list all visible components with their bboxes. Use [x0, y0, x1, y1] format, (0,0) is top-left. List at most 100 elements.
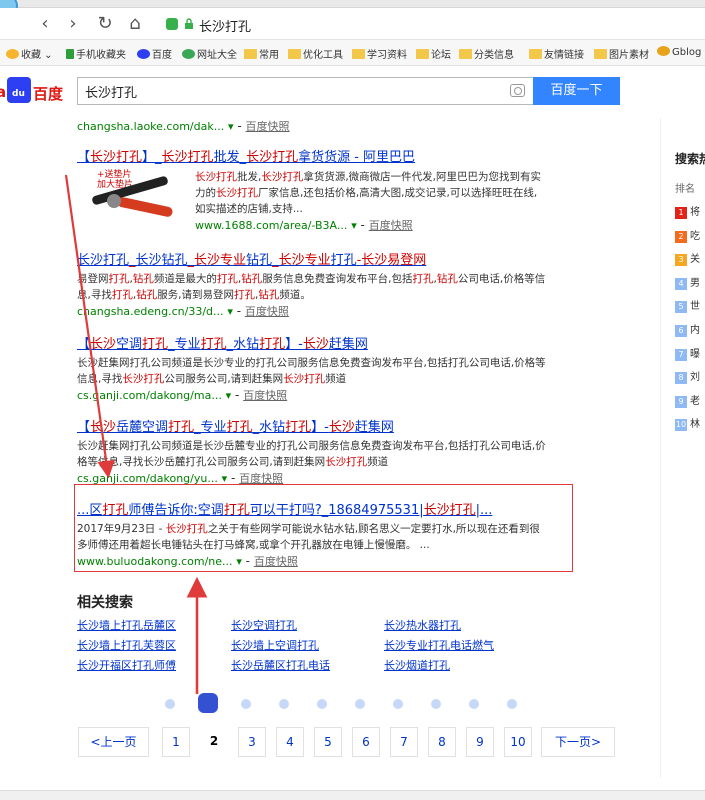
page-number-button[interactable]: 1: [162, 727, 190, 757]
page-number-button[interactable]: 3: [238, 727, 266, 757]
page-number-button[interactable]: 9: [466, 727, 494, 757]
hot-search-item[interactable]: 2吃: [675, 227, 705, 243]
text-segment: 服务信息免费查询发布平台,包括: [262, 273, 413, 285]
keyword-highlight: 打孔: [226, 420, 253, 435]
phone-icon: [66, 49, 74, 59]
prev-page-button[interactable]: <上一页: [78, 727, 149, 757]
related-search-link[interactable]: 长沙空调打孔: [231, 617, 297, 633]
bookmark-folder[interactable]: 优化工具: [288, 46, 343, 61]
result-url[interactable]: changsha.laoke.com/dak...: [77, 120, 224, 133]
text-segment: 易登网: [77, 273, 109, 285]
result-title[interactable]: 长沙打孔_长沙钻孔_长沙专业钻孔_长沙专业打孔-长沙易登网: [77, 249, 547, 268]
home-icon[interactable]: ⌂: [124, 13, 146, 35]
related-search-link[interactable]: 长沙开福区打孔师傅: [77, 657, 176, 673]
bookmark-folder[interactable]: 常用: [244, 46, 279, 61]
back-icon[interactable]: ‹: [34, 13, 56, 35]
refresh-icon[interactable]: ↻: [94, 13, 116, 35]
related-search-link[interactable]: 长沙墙上打孔岳麓区: [77, 617, 176, 633]
result-url[interactable]: cs.ganji.com/dakong/ma...: [77, 389, 222, 402]
page-number-button[interactable]: 7: [390, 727, 418, 757]
keyword-highlight: 打孔: [412, 273, 434, 285]
hot-search-item[interactable]: 7曝: [675, 345, 705, 361]
text-segment: 长沙赶集网打孔公司频道是长沙岳麓专业的打孔公司服务信息免费查询发布平台,包括打孔…: [77, 440, 546, 468]
result-url[interactable]: changsha.edeng.cn/33/d...: [77, 305, 224, 318]
text-segment: 赶集网: [328, 337, 368, 352]
hot-search-item[interactable]: 9老: [675, 392, 705, 408]
page-number-button[interactable]: 5: [314, 727, 342, 757]
keyword-highlight: 长沙打孔: [246, 150, 299, 165]
snapshot-link[interactable]: 百度快照: [369, 219, 413, 232]
related-search-link[interactable]: 长沙墙上打孔芙蓉区: [77, 637, 176, 653]
bookmark-item[interactable]: 手机收藏夹: [66, 46, 126, 61]
chevron-down-icon[interactable]: ▾: [228, 120, 234, 133]
chevron-down-icon[interactable]: ▾: [227, 305, 233, 318]
chevron-down-icon[interactable]: ▾: [351, 219, 357, 232]
bookmark-folder[interactable]: 学习资料: [352, 46, 407, 61]
page-number-button[interactable]: 10: [504, 727, 532, 757]
related-search-link[interactable]: 长沙墙上空调打孔: [231, 637, 319, 653]
result-title[interactable]: 【长沙打孔】_长沙打孔批发_长沙打孔拿货货源 - 阿里巴巴: [77, 146, 547, 165]
bookmark-item[interactable]: 百度: [137, 46, 172, 61]
keyword-highlight: _长沙专业: [187, 253, 247, 268]
bookmark-item[interactable]: Gblog: [657, 46, 701, 58]
hot-search-item[interactable]: 8刘: [675, 368, 705, 385]
page-number-button[interactable]: 4: [276, 727, 304, 757]
keyword-highlight: 长沙: [328, 420, 355, 435]
result-url[interactable]: www.1688.com/area/-B3A...: [195, 219, 347, 232]
bookmark-item[interactable]: 网址大全: [182, 46, 237, 61]
folder-icon: [529, 49, 542, 59]
snapshot-link[interactable]: 百度快照: [245, 305, 289, 318]
result-description: 长沙赶集网打孔公司频道是长沙专业的打孔公司服务信息免费查询发布平台,包括打孔公司…: [77, 355, 547, 387]
result-title[interactable]: 【长沙岳麓空调打孔_专业打孔_水钻打孔】-长沙赶集网: [77, 416, 547, 435]
keyword-highlight: 打孔: [234, 289, 256, 301]
keyword-highlight: 钻孔: [258, 289, 280, 301]
hot-search-item[interactable]: 10 林: [675, 415, 705, 432]
keyword-highlight: 长沙打孔: [161, 150, 214, 165]
bookmark-item[interactable]: 收藏 ⌄: [6, 46, 53, 61]
hot-search-item[interactable]: 6内: [675, 321, 705, 337]
bookmark-folder[interactable]: 论坛: [416, 46, 451, 61]
search-input[interactable]: [78, 78, 488, 104]
sidebar-subtitle: 排名: [675, 184, 695, 195]
folder-icon: [594, 49, 607, 59]
paw-icon: [431, 699, 441, 709]
keyword-highlight: 钻孔: [136, 289, 158, 301]
result-thumbnail[interactable]: +送垫片 加大垫片: [77, 168, 184, 234]
tab-strip: [0, 0, 705, 8]
related-search-link[interactable]: 长沙专业打孔电话燃气: [384, 637, 494, 653]
keyword-highlight: 长沙打孔: [325, 456, 368, 468]
page-number-button[interactable]: 6: [352, 727, 380, 757]
text-segment: 频道是最大的: [153, 273, 217, 285]
page-number-button[interactable]: 2: [200, 727, 228, 757]
text-segment: 岳麓空调: [116, 420, 169, 435]
keyword-highlight: 钻孔: [132, 273, 154, 285]
related-search-link[interactable]: 长沙岳麓区打孔电话: [231, 657, 330, 673]
text-segment: 】-: [311, 420, 329, 435]
text-segment: 赶集网: [354, 420, 394, 435]
next-page-button[interactable]: 下一页>: [541, 727, 615, 757]
text-segment: _专业: [194, 420, 227, 435]
text-segment: 【: [77, 337, 91, 352]
bookmark-folder[interactable]: 友情链接: [529, 46, 584, 61]
forward-icon[interactable]: ›: [62, 13, 84, 35]
hot-search-item[interactable]: 1将: [675, 203, 705, 219]
hot-search-item[interactable]: 4男: [675, 274, 705, 290]
security-shield-icon: [166, 18, 178, 30]
search-button[interactable]: 百度一下: [533, 77, 620, 105]
bookmark-folder[interactable]: 图片素材: [594, 46, 649, 61]
snapshot-link[interactable]: 百度快照: [243, 389, 287, 402]
address-bar-text[interactable]: 长沙打孔: [199, 16, 251, 35]
hot-search-item[interactable]: 3关: [675, 250, 705, 267]
camera-icon[interactable]: [510, 84, 525, 97]
related-search-link[interactable]: 长沙烟道打孔: [384, 657, 450, 673]
result-title[interactable]: 【长沙空调打孔_专业打孔_水钻打孔】-长沙赶集网: [77, 333, 547, 352]
page-number-button[interactable]: 8: [428, 727, 456, 757]
snapshot-link[interactable]: 百度快照: [246, 120, 290, 133]
bookmark-folder[interactable]: 分类信息: [459, 46, 514, 61]
chevron-down-icon[interactable]: ▾: [226, 389, 232, 402]
bottom-bar: [0, 790, 705, 800]
baidu-logo[interactable]: ai du 百度: [0, 77, 72, 103]
hot-search-item[interactable]: 5世: [675, 297, 705, 314]
hot-search-label: 老: [690, 395, 700, 407]
related-search-link[interactable]: 长沙热水器打孔: [384, 617, 461, 633]
